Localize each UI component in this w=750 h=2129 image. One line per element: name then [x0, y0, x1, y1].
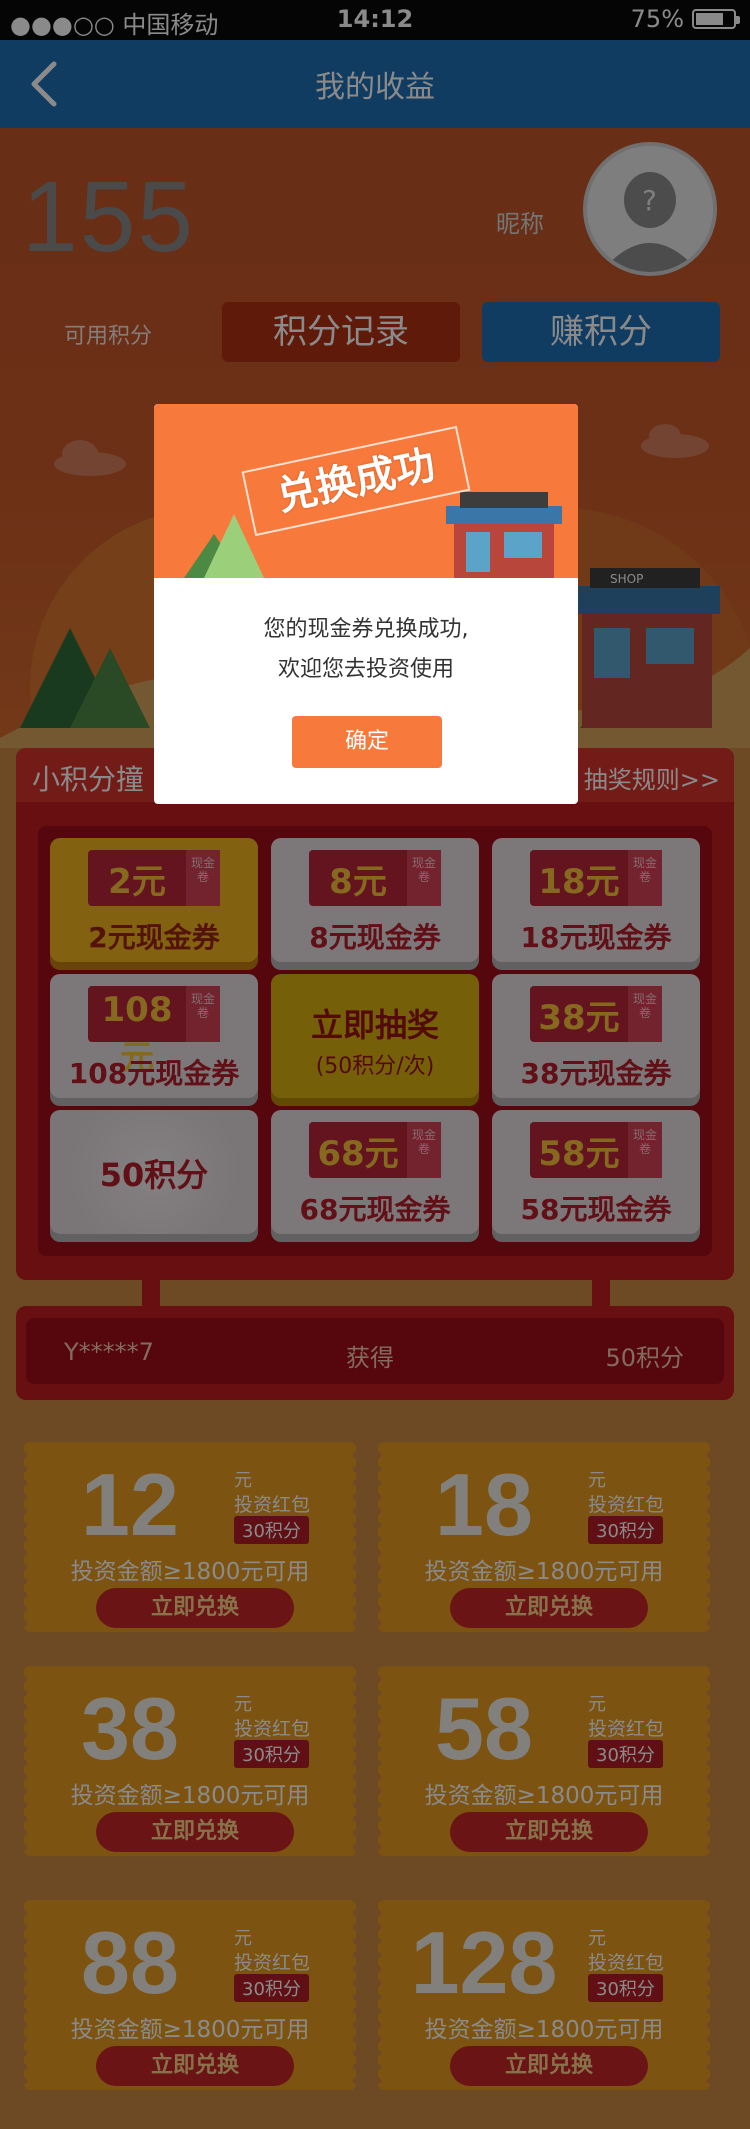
modal-backdrop[interactable]: [0, 0, 750, 2129]
dialog-message-line1: 您的现金券兑换成功,: [263, 617, 469, 642]
dialog-banner: 兑换成功: [154, 404, 578, 578]
dialog-message: 您的现金券兑换成功, 欢迎您去投资使用: [154, 610, 578, 690]
dialog-message-line2: 欢迎您去投资使用: [277, 657, 454, 682]
exchange-success-dialog: 兑换成功 您的现金券兑换成功, 欢迎您去投资使用 确定: [154, 404, 578, 804]
confirm-button[interactable]: 确定: [292, 716, 442, 768]
